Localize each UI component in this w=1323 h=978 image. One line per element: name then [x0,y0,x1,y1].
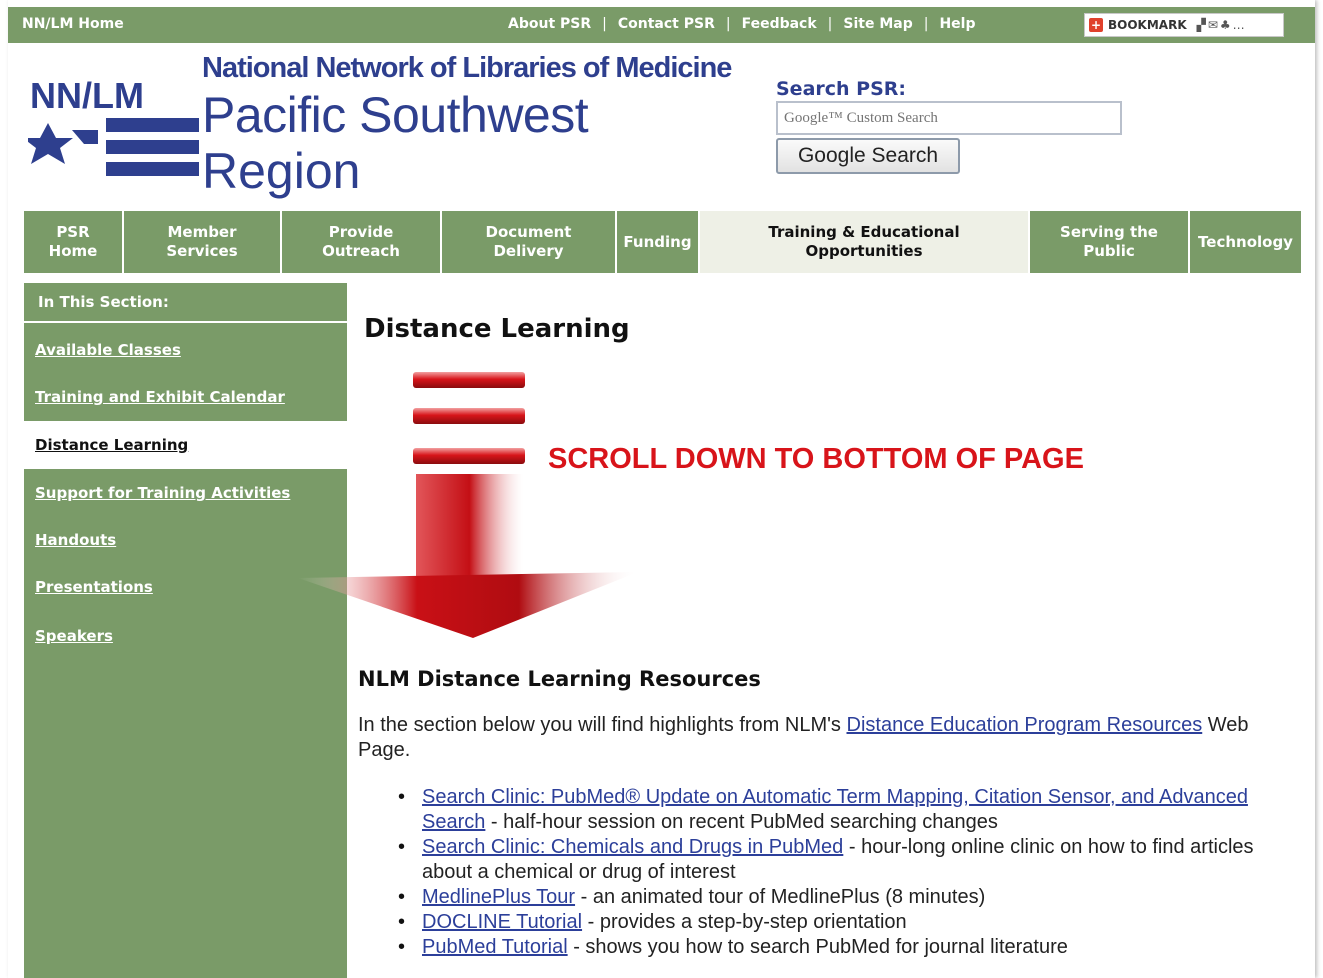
sidebar-item-handouts[interactable]: Handouts [35,531,116,549]
list-item: MedlinePlus Tour - an animated tour of M… [398,885,1278,910]
tab-label: Provide [328,223,394,241]
sidebar-item-speakers[interactable]: Speakers [35,627,113,645]
tab-label: Technology [1198,232,1293,251]
sidebar-item-support-training[interactable]: Support for Training Activities [35,484,290,502]
tab-label: Outreach [322,242,400,260]
tab-label: Opportunities [805,242,923,260]
medlineplus-tour-link[interactable]: MedlinePlus Tour [422,886,575,908]
tab-label: Delivery [493,242,564,260]
region-title: Pacific Southwest [202,87,589,143]
sidebar-item-training-calendar[interactable]: Training and Exhibit Calendar [35,388,285,406]
tab-provide-outreach[interactable]: Provide Outreach [282,211,442,273]
section-heading: NLM Distance Learning Resources [358,667,761,691]
chemicals-drugs-clinic-link[interactable]: Search Clinic: Chemicals and Drugs in Pu… [422,836,843,858]
resources-list: Search Clinic: PubMed® Update on Automat… [398,785,1278,960]
site-map-link[interactable]: Site Map [843,16,912,32]
contact-psr-link[interactable]: Contact PSR [618,16,715,32]
nnlm-home-link[interactable]: NN/LM Home [22,16,124,32]
bookmark-button[interactable]: + BOOKMARK ▞✉♣… [1084,13,1284,37]
tab-label: Funding [623,232,692,251]
list-item: DOCLINE Tutorial - provides a step-by-st… [398,910,1278,935]
help-link[interactable]: Help [939,16,975,32]
resource-description: - an animated tour of MedlinePlus (8 min… [575,886,986,908]
tab-document-delivery[interactable]: Document Delivery [442,211,617,273]
list-item: Search Clinic: Chemicals and Drugs in Pu… [398,835,1278,885]
tab-psr-home[interactable]: PSR Home [24,211,124,273]
logo-text: NN/LM [30,78,144,116]
tab-label: Serving the [1060,223,1158,241]
org-name: National Network of Libraries of Medicin… [202,52,732,84]
sidebar-item-available-classes[interactable]: Available Classes [35,341,181,359]
nnlm-logo[interactable]: NN/LM [28,78,203,188]
sidebar-item-presentations[interactable]: Presentations [35,578,153,596]
page-title: Distance Learning [364,314,630,344]
bookmark-label: BOOKMARK [1108,18,1187,32]
separator: | [725,16,731,32]
search-label: Search PSR: [776,78,907,100]
resource-description: - half-hour session on recent PubMed sea… [485,811,998,833]
tab-label: Training & Educational [768,223,960,241]
tab-label: Public [1083,242,1135,260]
separator: | [923,16,929,32]
tab-member-services[interactable]: Member Services [124,211,282,273]
share-icons: ▞✉♣… [1196,18,1247,32]
list-item: Search Clinic: PubMed® Update on Automat… [398,785,1278,835]
separator: | [602,16,607,32]
scroll-down-arrow-icon [298,372,638,638]
top-utility-bar: NN/LM Home About PSR | Contact PSR | Feedbac… [8,7,1315,43]
tab-training-educational-opportunities[interactable]: Training & Educational Opportunities [700,211,1030,273]
resource-description: - shows you how to search PubMed for jou… [567,936,1068,958]
resource-description: - provides a step-by-step orientation [582,911,907,933]
intro-paragraph: In the section below you will find highl… [358,713,1268,763]
scroll-down-note: SCROLL DOWN TO BOTTOM OF PAGE [548,443,1084,475]
search-input[interactable] [776,101,1122,135]
docline-tutorial-link[interactable]: DOCLINE Tutorial [422,911,582,933]
sidebar-heading: In This Section: [24,283,347,323]
tab-label: PSR [56,223,90,241]
utility-links: About PSR | Contact PSR | Feedback | Site Map |… [508,16,976,32]
tab-label: Member [167,223,237,241]
list-item: PubMed Tutorial - shows you how to searc… [398,935,1278,960]
tab-serving-the-public[interactable]: Serving the Public [1030,211,1190,273]
distance-education-resources-link[interactable]: Distance Education Program Resources [847,714,1203,736]
tab-label: Document [485,223,572,241]
main-nav: PSR Home Member Services Provide Outreach D… [24,211,1301,273]
tab-label: Home [48,242,98,260]
tab-technology[interactable]: Technology [1190,211,1301,273]
intro-text: In the section below you will find highl… [358,714,847,736]
region-title-line2: Region [202,143,361,199]
feedback-link[interactable]: Feedback [742,16,817,32]
separator: | [827,16,833,32]
plus-icon: + [1089,18,1103,32]
tab-label: Services [166,242,238,260]
tab-funding[interactable]: Funding [617,211,700,273]
pubmed-tutorial-link[interactable]: PubMed Tutorial [422,936,568,958]
sidebar-item-distance-learning[interactable]: Distance Learning [35,436,188,454]
about-psr-link[interactable]: About PSR [508,16,591,32]
google-search-button[interactable]: Google Search [776,138,960,174]
page-frame: NN/LM Home About PSR | Contact PSR | Feedbac… [8,0,1315,978]
